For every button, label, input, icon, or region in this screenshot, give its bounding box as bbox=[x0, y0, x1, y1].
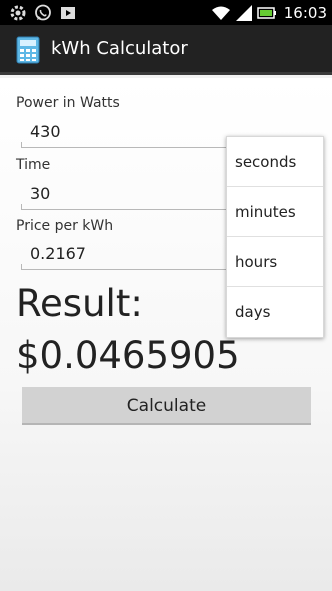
time-label: Time bbox=[16, 157, 51, 173]
signal-icon bbox=[235, 4, 253, 26]
status-time: 16:03 bbox=[283, 4, 327, 22]
time-field[interactable] bbox=[21, 180, 233, 210]
battery-icon bbox=[257, 4, 277, 26]
calculator-icon bbox=[16, 36, 40, 64]
price-field[interactable] bbox=[21, 240, 233, 270]
settings-notification-icon bbox=[9, 4, 27, 26]
media-icon bbox=[59, 4, 77, 26]
status-bar: 16:03 bbox=[0, 0, 332, 25]
action-bar: kWh Calculator bbox=[0, 25, 332, 75]
dropdown-option-minutes[interactable]: minutes bbox=[227, 187, 323, 237]
wifi-icon bbox=[211, 4, 231, 26]
dropdown-option-days[interactable]: days bbox=[227, 287, 323, 337]
price-label: Price per kWh bbox=[16, 218, 114, 234]
calculate-button[interactable]: Calculate bbox=[22, 387, 311, 425]
app-title: kWh Calculator bbox=[51, 38, 188, 59]
time-unit-dropdown: seconds minutes hours days bbox=[226, 136, 324, 338]
whatsapp-icon bbox=[34, 4, 52, 26]
dropdown-option-hours[interactable]: hours bbox=[227, 237, 323, 287]
result-value: $0.0465905 bbox=[16, 334, 240, 377]
price-input[interactable] bbox=[21, 240, 233, 263]
dropdown-option-seconds[interactable]: seconds bbox=[227, 137, 323, 187]
time-input[interactable] bbox=[21, 180, 233, 203]
result-label: Result: bbox=[16, 282, 143, 325]
power-label: Power in Watts bbox=[16, 95, 120, 111]
